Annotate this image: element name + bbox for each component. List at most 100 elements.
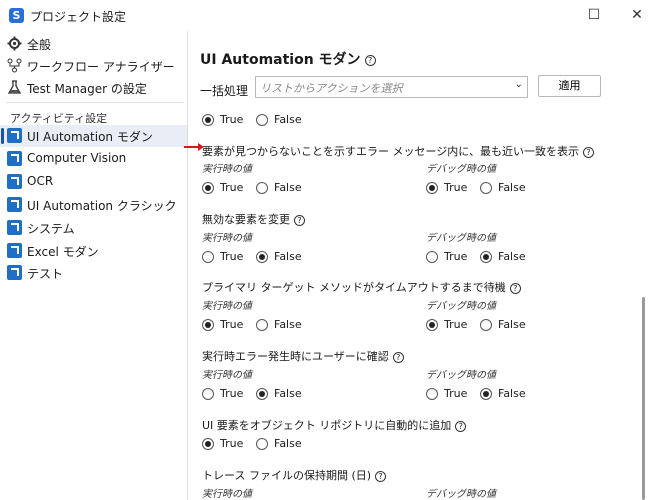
sidebar-item-label: OCR bbox=[27, 174, 54, 188]
radio-true[interactable]: True bbox=[202, 113, 243, 126]
radio-indicator bbox=[256, 181, 268, 194]
radio-indicator bbox=[202, 387, 214, 400]
radio-label: True bbox=[444, 250, 468, 263]
radio-indicator bbox=[202, 181, 214, 194]
radio-label: False bbox=[274, 318, 302, 331]
setting-title-text: UI 要素をオブジェクト リポジトリに自動的に追加 bbox=[202, 419, 452, 432]
sidebar-item-excel-modern[interactable]: Excel モダン bbox=[0, 240, 187, 262]
debug-radio-true[interactable]: True bbox=[426, 387, 467, 400]
sidebar-item-ui-automation-modern[interactable]: UI Automation モダン bbox=[0, 125, 187, 147]
sidebar-item-computer-vision[interactable]: Computer Vision bbox=[0, 148, 187, 170]
sidebar-item-workflow-analyzer[interactable]: ワークフロー アナライザー bbox=[0, 55, 187, 77]
radio-label: True bbox=[444, 387, 468, 400]
debug-label: デバッグ時の値 bbox=[426, 164, 496, 175]
radio-indicator bbox=[202, 113, 214, 126]
radio-indicator bbox=[480, 250, 492, 263]
radio-indicator bbox=[426, 387, 438, 400]
activity-icon bbox=[7, 220, 22, 235]
workflow-analyzer-icon bbox=[7, 58, 22, 73]
radio-label: False bbox=[498, 318, 526, 331]
radio-label: True bbox=[444, 318, 468, 331]
radio-indicator bbox=[426, 250, 438, 263]
radio-label: False bbox=[274, 387, 302, 400]
settings-panel: UI Automation モダン? 一括処理 リストからアクションを選択 ⌄ … bbox=[188, 31, 657, 500]
setting-title: プライマリ ターゲット メソッドがタイムアウトするまで待機? bbox=[202, 279, 521, 295]
bulk-action-select[interactable]: リストからアクションを選択 ⌄ bbox=[255, 76, 528, 98]
runtime-radio-true[interactable]: True bbox=[202, 250, 243, 263]
sidebar-item-test-manager[interactable]: Test Manager の設定 bbox=[0, 77, 187, 99]
radio-label: False bbox=[274, 113, 302, 126]
flask-icon bbox=[7, 80, 22, 95]
help-icon[interactable]: ? bbox=[509, 282, 521, 294]
debug-radio-false[interactable]: False bbox=[480, 181, 526, 194]
debug-radio-true[interactable]: True bbox=[426, 250, 467, 263]
runtime-radio-false[interactable]: False bbox=[256, 318, 302, 331]
page-title-text: UI Automation モダン bbox=[200, 52, 361, 68]
pointer-arrow-icon bbox=[184, 143, 204, 151]
runtime-label: 実行時の値 bbox=[202, 301, 252, 312]
sidebar-item-label: ワークフロー アナライザー bbox=[27, 60, 175, 74]
activity-icon bbox=[7, 174, 22, 189]
apply-button[interactable]: 適用 bbox=[538, 75, 601, 97]
debug-radio-false[interactable]: False bbox=[480, 387, 526, 400]
radio-label: False bbox=[498, 250, 526, 263]
sidebar-item-general[interactable]: 全般 bbox=[0, 33, 187, 55]
sidebar-item-ui-automation-classic[interactable]: UI Automation クラシック bbox=[0, 194, 187, 216]
radio-indicator bbox=[426, 318, 438, 331]
radio-indicator bbox=[202, 437, 214, 450]
title-bar: S プロジェクト設定 ☐ ✕ bbox=[0, 0, 657, 31]
sidebar-divider bbox=[6, 102, 184, 103]
help-icon[interactable]: ? bbox=[375, 470, 387, 482]
radio-false[interactable]: False bbox=[256, 437, 302, 450]
close-icon[interactable]: ✕ bbox=[623, 4, 651, 26]
maximize-icon[interactable]: ☐ bbox=[580, 4, 608, 26]
runtime-radio-false[interactable]: False bbox=[256, 250, 302, 263]
sidebar-item-system[interactable]: システム bbox=[0, 217, 187, 239]
debug-radio-false[interactable]: False bbox=[480, 250, 526, 263]
debug-radio-true[interactable]: True bbox=[426, 181, 467, 194]
help-icon[interactable]: ? bbox=[294, 214, 305, 226]
debug-radio-true[interactable]: True bbox=[426, 318, 467, 331]
bulk-action-label: 一括処理 bbox=[200, 84, 249, 98]
debug-label: デバッグ時の値 bbox=[426, 233, 496, 244]
runtime-radio-false[interactable]: False bbox=[256, 387, 302, 400]
sidebar-item-label: システム bbox=[27, 222, 75, 236]
radio-false[interactable]: False bbox=[256, 113, 302, 126]
radio-label: False bbox=[274, 437, 302, 450]
sidebar-item-label: Test Manager の設定 bbox=[27, 82, 147, 96]
radio-label: True bbox=[444, 181, 468, 194]
sidebar-item-label: UI Automation モダン bbox=[27, 130, 153, 144]
sidebar-item-test[interactable]: テスト bbox=[0, 262, 187, 284]
radio-label: True bbox=[220, 437, 244, 450]
activity-icon bbox=[7, 265, 22, 280]
gear-icon bbox=[7, 36, 22, 51]
debug-label: デバッグ時の値 bbox=[426, 489, 496, 500]
radio-indicator bbox=[202, 250, 214, 263]
radio-indicator bbox=[256, 318, 268, 331]
sidebar-item-label: UI Automation クラシック bbox=[27, 199, 177, 213]
radio-indicator bbox=[256, 250, 268, 263]
runtime-radio-false[interactable]: False bbox=[256, 181, 302, 194]
radio-label: True bbox=[220, 113, 244, 126]
setting-title: 無効な要素を変更? bbox=[202, 211, 305, 227]
help-icon[interactable]: ? bbox=[364, 54, 376, 66]
radio-indicator bbox=[256, 437, 268, 450]
setting-title: 実行時エラー発生時にユーザーに確認? bbox=[202, 348, 404, 364]
runtime-label: 実行時の値 bbox=[202, 233, 252, 244]
help-icon[interactable]: ? bbox=[392, 351, 404, 363]
runtime-radio-true[interactable]: True bbox=[202, 387, 243, 400]
debug-radio-false[interactable]: False bbox=[480, 318, 526, 331]
runtime-label: 実行時の値 bbox=[202, 489, 252, 500]
sidebar-item-ocr[interactable]: OCR bbox=[0, 171, 187, 193]
runtime-radio-true[interactable]: True bbox=[202, 181, 243, 194]
setting-title-text: 要素が見つからないことを示すエラー メッセージ内に、最も近い一致を表示 bbox=[202, 145, 579, 158]
help-icon[interactable]: ? bbox=[582, 146, 594, 158]
activity-icon bbox=[7, 151, 22, 166]
sidebar-item-label: Computer Vision bbox=[27, 151, 127, 165]
radio-indicator bbox=[256, 113, 268, 126]
radio-true[interactable]: True bbox=[202, 437, 243, 450]
radio-label: True bbox=[220, 181, 244, 194]
help-icon[interactable]: ? bbox=[455, 420, 467, 432]
scrollbar-thumb[interactable] bbox=[642, 297, 645, 500]
runtime-radio-true[interactable]: True bbox=[202, 318, 243, 331]
